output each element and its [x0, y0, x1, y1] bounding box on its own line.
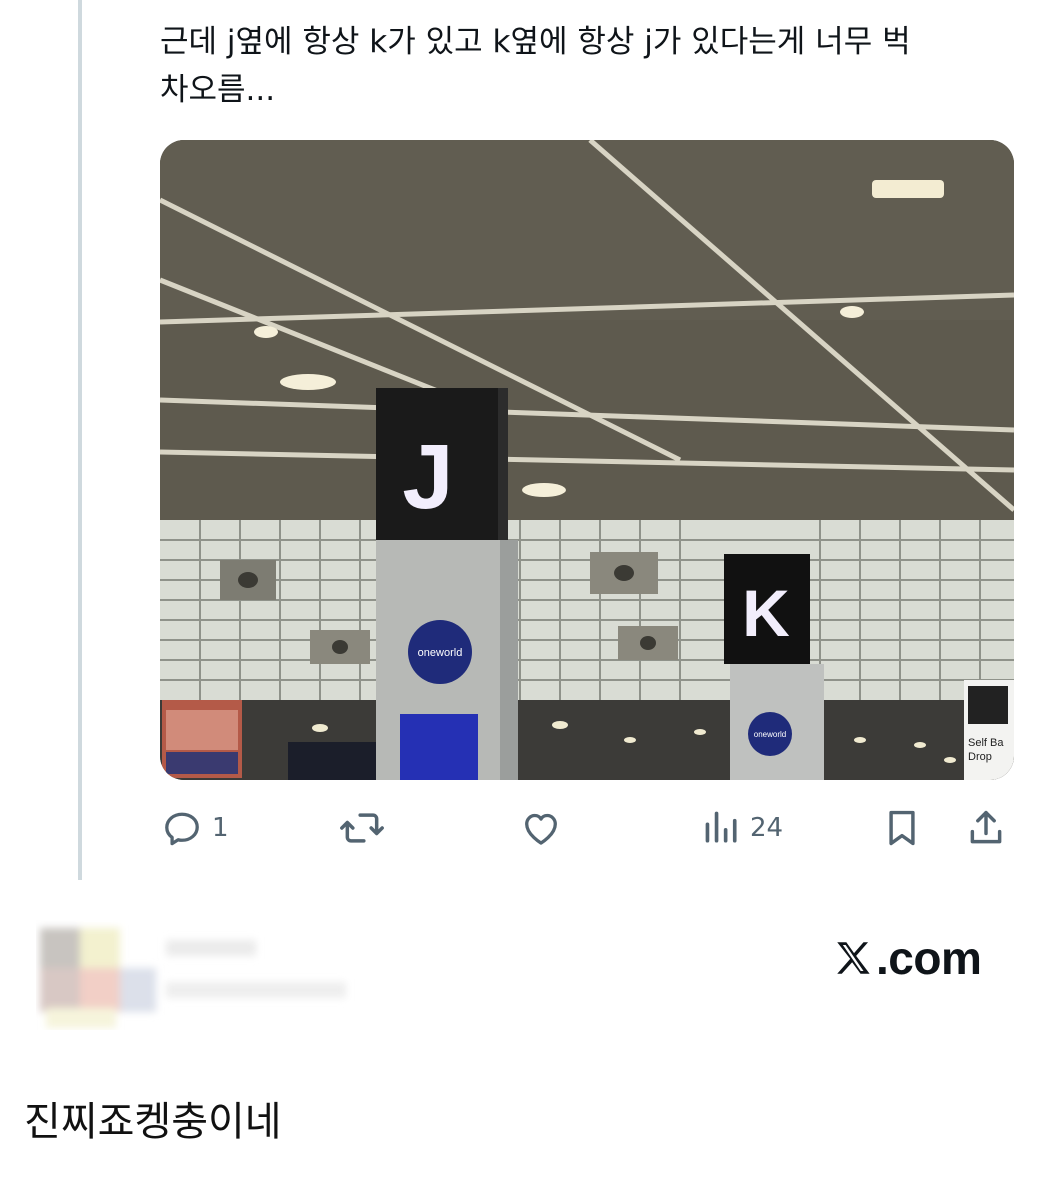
- share-button[interactable]: [966, 806, 1006, 850]
- heart-icon: [525, 813, 557, 845]
- thread-line: [78, 0, 82, 880]
- views-button[interactable]: 24: [702, 806, 783, 850]
- blurred-user-avatar-and-name: [36, 920, 366, 1030]
- comment-text: 진찌죠켕충이네: [24, 1099, 282, 1145]
- x-com-text: .com: [876, 932, 982, 984]
- views-icon: [705, 811, 737, 843]
- retweet-icon: [340, 813, 384, 843]
- x-logo-icon: [837, 942, 870, 974]
- redacted-user-info: [40, 928, 346, 1028]
- tweet-media-image[interactable]: oneworld J oneworld K Self Ba Drop: [160, 140, 1014, 780]
- tweet-text: 근데 j옆에 항상 k가 있고 k옆에 항상 j가 있다는게 너무 벅 차오름.…: [160, 24, 911, 108]
- share-icon: [970, 810, 1002, 844]
- self-bag-drop-line-1: Self Ba: [968, 737, 1004, 749]
- bookmark-button[interactable]: [882, 806, 922, 850]
- retweet-button[interactable]: [338, 806, 394, 850]
- pillar-j-caption: oneworld: [418, 647, 463, 659]
- pillar-k-caption: oneworld: [754, 730, 786, 739]
- x-com-watermark: .com: [832, 928, 982, 988]
- reply-icon: [165, 812, 199, 846]
- self-bag-drop-line-2: Drop: [968, 751, 992, 763]
- sign-j-letter: J: [402, 426, 453, 528]
- like-button[interactable]: [518, 806, 572, 850]
- tweet-action-bar: 1 24: [160, 800, 1014, 856]
- reply-count: 1: [212, 813, 229, 843]
- views-count: 24: [750, 813, 784, 843]
- sign-k-letter: K: [742, 576, 790, 650]
- reply-button[interactable]: 1: [160, 806, 229, 850]
- bookmark-icon: [889, 810, 915, 846]
- airport-photo: oneworld J oneworld K Self Ba Drop: [160, 140, 1014, 780]
